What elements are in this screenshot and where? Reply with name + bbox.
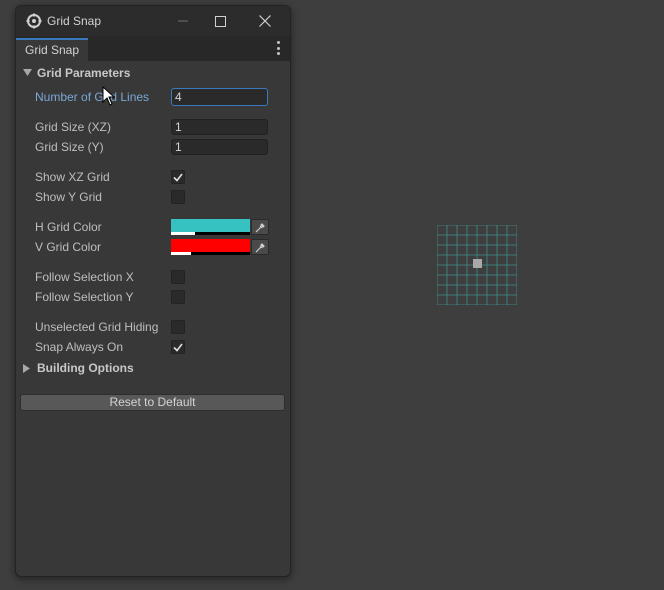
unselected-grid-hiding-checkbox[interactable] [171, 320, 185, 334]
grid-size-xz-input[interactable]: 1 [171, 119, 268, 135]
h-grid-color-label: H Grid Color [35, 220, 102, 234]
grid-size-xz-label: Grid Size (XZ) [35, 120, 112, 134]
show-xz-grid-label: Show XZ Grid [35, 170, 110, 184]
v-grid-eyedropper-button[interactable] [251, 239, 269, 255]
show-y-grid-label: Show Y Grid [35, 190, 102, 204]
checkmark-icon [173, 173, 183, 182]
follow-selection-x-label: Follow Selection X [35, 270, 134, 284]
mouse-cursor-icon [102, 86, 116, 106]
reset-to-default-button[interactable]: Reset to Default [20, 394, 285, 411]
eyedropper-icon [255, 242, 265, 252]
collapsed-triangle-icon [22, 363, 32, 373]
more-options-icon[interactable] [276, 41, 280, 55]
v-grid-color-swatch [171, 239, 250, 252]
snap-always-on-checkbox[interactable] [171, 340, 185, 354]
h-grid-color-swatch [171, 219, 250, 232]
expanded-triangle-icon [22, 68, 32, 78]
grid-size-y-label: Grid Size (Y) [35, 140, 104, 154]
maximize-icon [214, 15, 226, 27]
v-grid-color-field[interactable] [171, 239, 250, 255]
scene-grid-preview [437, 225, 517, 305]
follow-selection-y-checkbox[interactable] [171, 290, 185, 304]
title-bar[interactable]: Grid Snap [16, 6, 290, 36]
grid-parameters-foldout[interactable]: Grid Parameters [22, 65, 130, 81]
tab-grid-snap[interactable]: Grid Snap [16, 38, 88, 61]
number-of-grid-lines-input[interactable]: 4 [171, 88, 268, 106]
close-button[interactable] [244, 6, 286, 36]
grid-parameters-label: Grid Parameters [37, 66, 131, 80]
close-icon [259, 15, 271, 27]
unity-gear-icon [26, 13, 42, 29]
minimize-button[interactable] [162, 6, 204, 36]
show-y-grid-checkbox[interactable] [171, 190, 185, 204]
follow-selection-x-checkbox[interactable] [171, 270, 185, 284]
grid-snap-window: Grid Snap Grid Snap Grid Parameters Numb… [15, 5, 291, 577]
checkmark-icon [173, 343, 183, 352]
v-grid-color-label: V Grid Color [35, 240, 102, 254]
snap-always-on-label: Snap Always On [35, 340, 124, 354]
scene-selected-cell [473, 259, 482, 268]
eyedropper-icon [255, 222, 265, 232]
h-grid-eyedropper-button[interactable] [251, 219, 269, 235]
minimize-icon [178, 20, 188, 22]
v-grid-alpha-bar [171, 252, 250, 255]
building-options-foldout[interactable]: Building Options [22, 360, 134, 376]
number-of-grid-lines-label[interactable]: Number of Grid Lines [35, 88, 149, 106]
follow-selection-y-label: Follow Selection Y [35, 290, 134, 304]
tab-bar: Grid Snap [16, 36, 290, 61]
show-xz-grid-checkbox[interactable] [171, 170, 185, 184]
unselected-grid-hiding-label: Unselected Grid Hiding [35, 320, 159, 334]
grid-size-y-input[interactable]: 1 [171, 139, 268, 155]
window-title: Grid Snap [47, 14, 102, 28]
inspector-content: Grid Parameters Number of Grid Lines 4 G… [16, 61, 290, 576]
building-options-label: Building Options [37, 361, 134, 375]
h-grid-color-field[interactable] [171, 219, 250, 235]
h-grid-alpha-bar [171, 232, 250, 235]
maximize-button[interactable] [199, 6, 241, 36]
